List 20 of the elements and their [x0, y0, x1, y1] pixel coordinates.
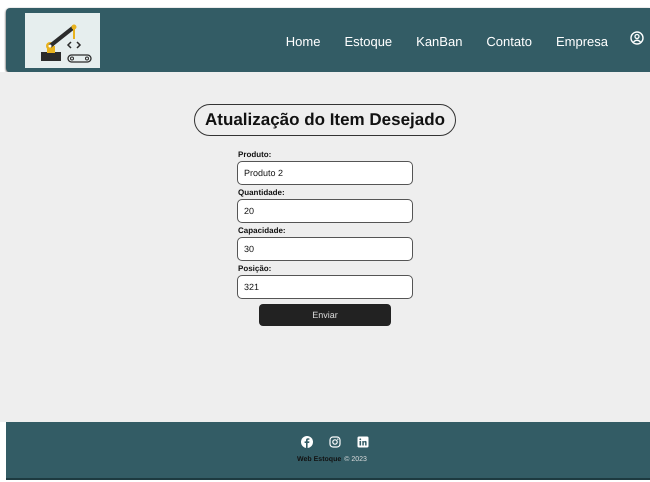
nav-link[interactable]: Contato [486, 34, 532, 48]
facebook-icon[interactable] [301, 436, 313, 448]
input-field[interactable]: Produto 2 [237, 161, 413, 185]
submit-button[interactable]: Enviar [259, 304, 391, 326]
field-label: Posição: [238, 264, 272, 273]
field-label: Quantidade: [238, 188, 286, 197]
nav-link[interactable]: Home [286, 34, 320, 48]
robot-arm-logo-icon[interactable] [25, 12, 100, 68]
page-title: Atualização do Item Desejado [194, 104, 456, 136]
nav-link[interactable]: Estoque [344, 34, 392, 48]
instagram-icon[interactable] [329, 436, 341, 448]
nav-link[interactable]: Empresa [556, 34, 608, 48]
field-label: Produto: [238, 150, 272, 159]
user-icon[interactable] [630, 31, 644, 45]
linkedin-icon[interactable] [357, 436, 369, 448]
input-field[interactable]: 20 [237, 199, 413, 223]
input-field[interactable]: 321 [237, 275, 413, 299]
nav-link[interactable]: KanBan [416, 34, 462, 48]
field-label: Capacidade: [238, 226, 287, 235]
input-field[interactable]: 30 [237, 237, 413, 261]
